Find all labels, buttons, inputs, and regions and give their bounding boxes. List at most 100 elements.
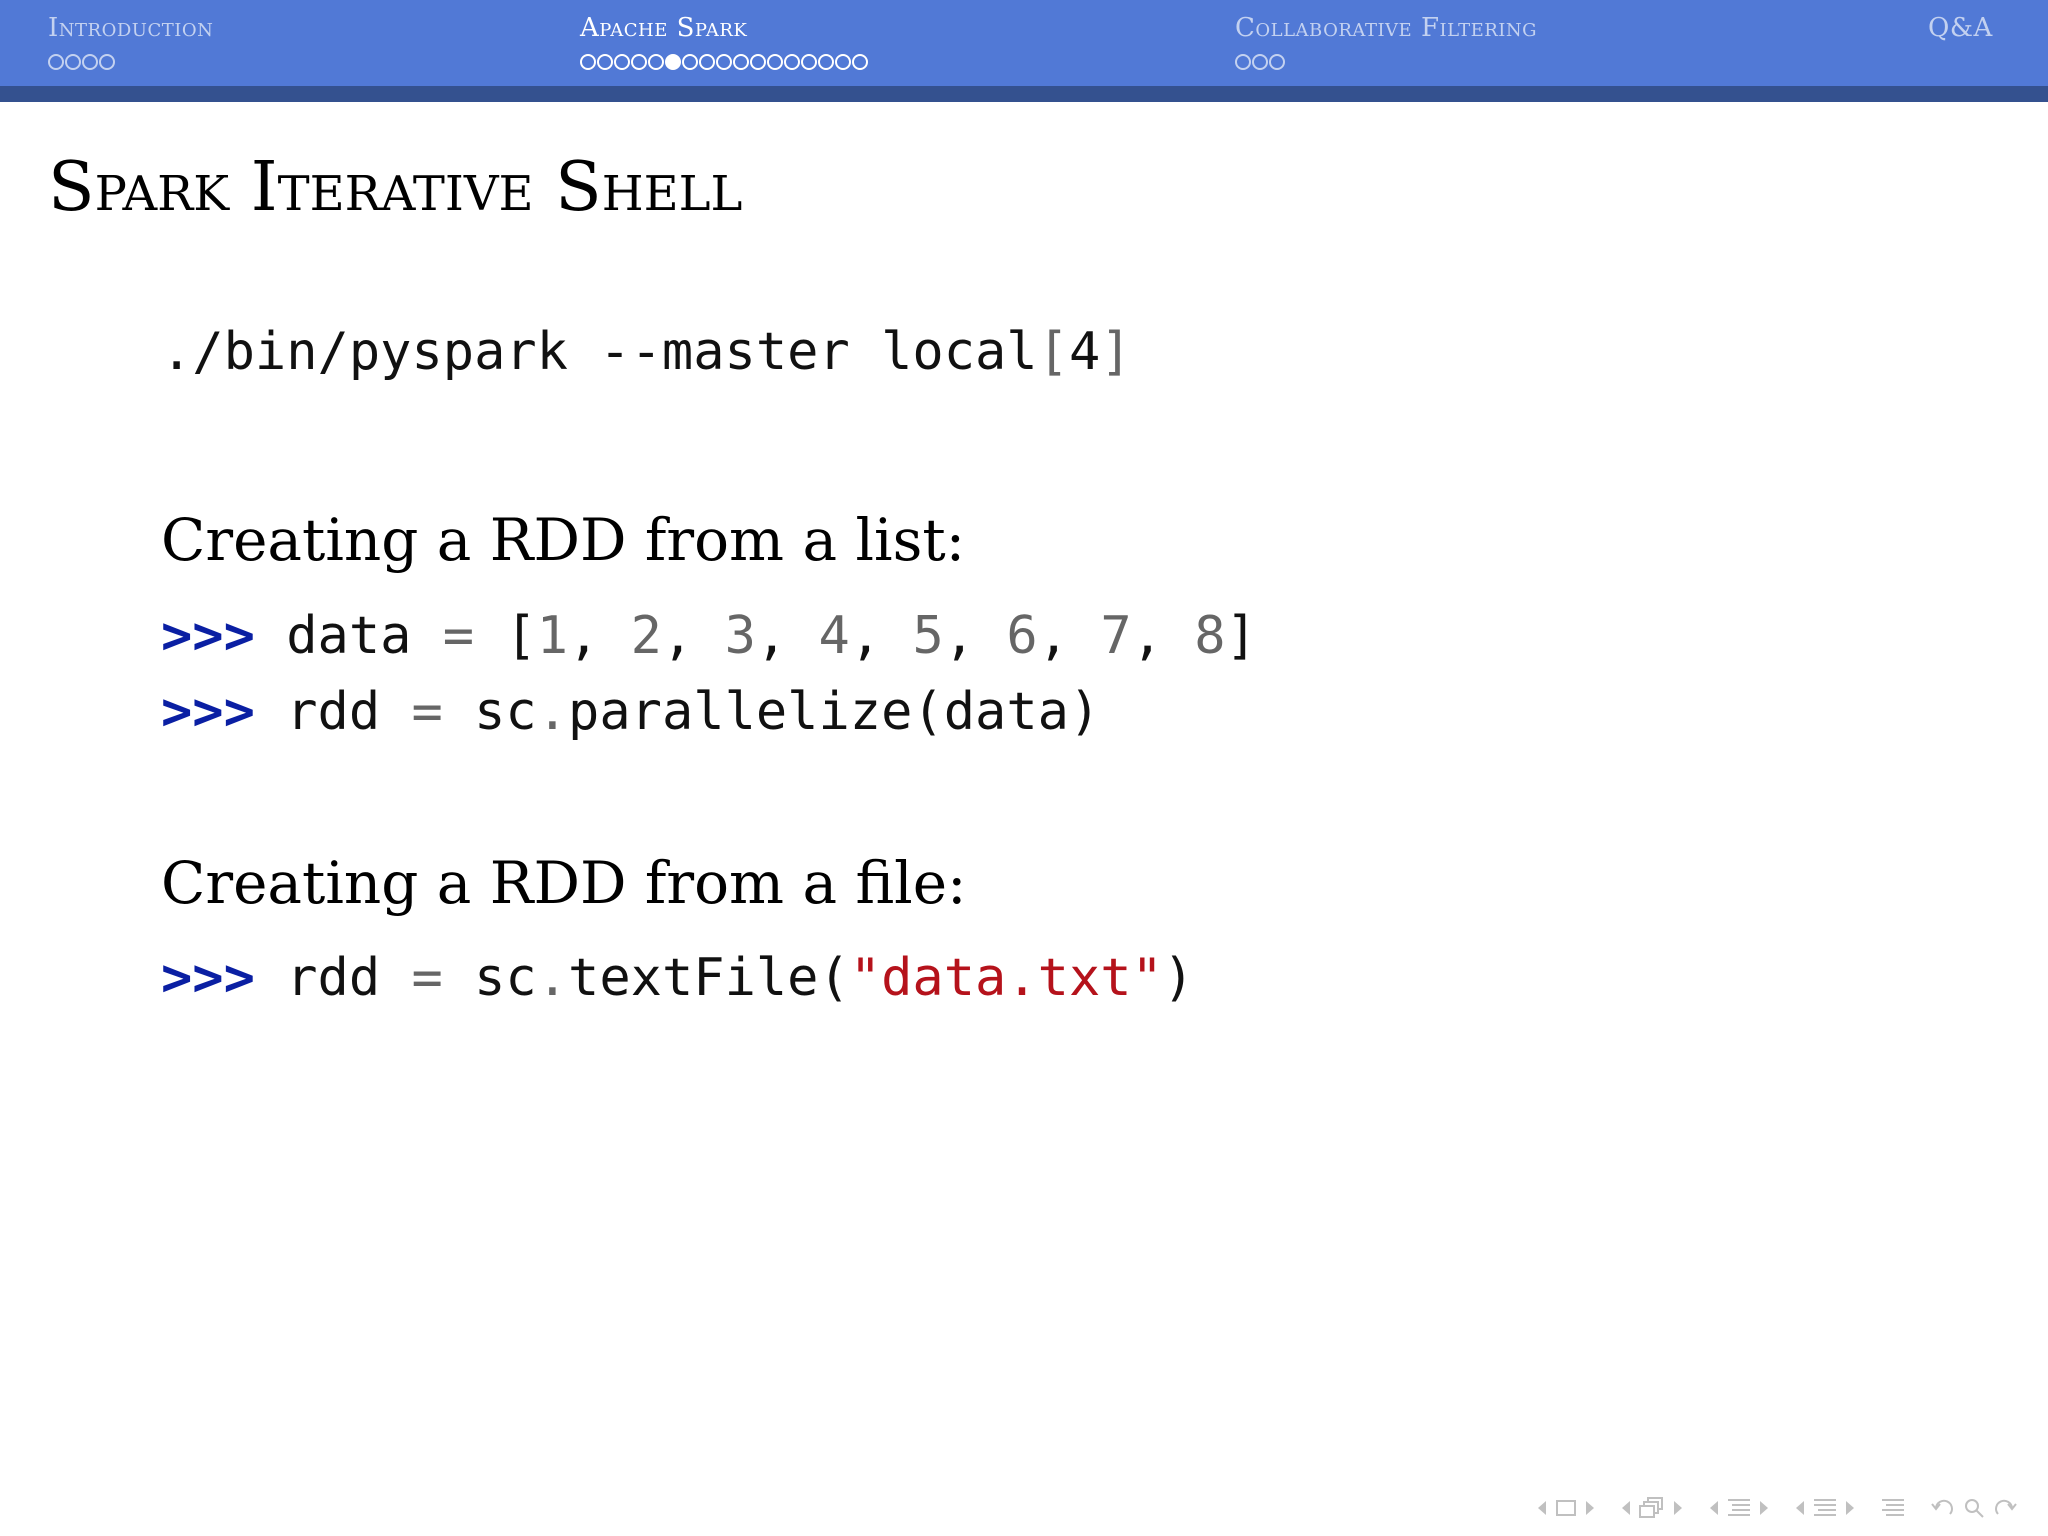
command-path: ./bin/pyspark — [161, 322, 568, 382]
slide-dots — [580, 54, 868, 70]
code-list-items: 1, 2, 3, 4, 5, 6, 7, 8 — [537, 606, 1226, 666]
slide-title: Spark Iterative Shell — [48, 148, 743, 227]
section-navigation[interactable] — [1794, 1496, 1856, 1520]
nav-section-apache-spark[interactable]: Apache Spark — [580, 8, 868, 70]
slide-dot[interactable] — [733, 54, 749, 70]
document-icon[interactable] — [1880, 1496, 1906, 1520]
triangle-right-icon[interactable] — [1844, 1499, 1856, 1517]
triangle-right-icon[interactable] — [1584, 1499, 1596, 1517]
slide-dot[interactable] — [716, 54, 732, 70]
python-prompt: >>> — [161, 948, 255, 1008]
slide-dot[interactable] — [835, 54, 851, 70]
slide-dot[interactable] — [1252, 54, 1268, 70]
pyspark-command: ./bin/pyspark --master local[4] — [161, 320, 1132, 384]
slide-dot[interactable] — [580, 54, 596, 70]
triangle-right-icon[interactable] — [1758, 1499, 1770, 1517]
slide-dot[interactable] — [767, 54, 783, 70]
code-line-textfile: >>> rdd = sc.textFile("data.txt") — [161, 946, 1194, 1010]
slide-dot[interactable] — [648, 54, 664, 70]
command-open-bracket: [ — [1037, 322, 1069, 382]
slide-dot[interactable] — [82, 54, 98, 70]
command-close-bracket: ] — [1100, 322, 1132, 382]
command-arg-number: 4 — [1068, 322, 1101, 382]
code-assign: = — [411, 682, 443, 742]
list-number: 3 — [724, 606, 756, 666]
nav-section-collaborative-filtering[interactable]: Collaborative Filtering — [1235, 8, 1537, 70]
forward-icon[interactable] — [1992, 1496, 2018, 1520]
code-variable: rdd — [286, 948, 381, 1008]
list-separator: , — [1131, 606, 1195, 666]
code-close-bracket: ] — [1225, 606, 1257, 666]
section-navigation-bar — [0, 0, 2048, 86]
code-variable: rdd — [286, 682, 381, 742]
list-separator: , — [849, 606, 913, 666]
list-number: 2 — [630, 606, 662, 666]
triangle-left-icon[interactable] — [1708, 1499, 1720, 1517]
file-heading: Creating a RDD from a file: — [161, 849, 967, 917]
slide-dot[interactable] — [65, 54, 81, 70]
list-separator: , — [943, 606, 1007, 666]
list-number: 8 — [1194, 606, 1226, 666]
list-number: 6 — [1006, 606, 1038, 666]
slide-dot[interactable] — [818, 54, 834, 70]
list-separator: , — [755, 606, 819, 666]
code-string: "data.txt" — [849, 948, 1163, 1008]
slide-dot[interactable] — [699, 54, 715, 70]
code-open-bracket: [ — [505, 606, 537, 666]
nav-section-introduction[interactable]: Introduction — [48, 8, 213, 70]
nav-section-qa[interactable]: Q&A — [1928, 8, 1993, 48]
slide-dot[interactable] — [48, 54, 64, 70]
nav-section-title[interactable]: Apache Spark — [580, 8, 868, 48]
slide-dot[interactable] — [99, 54, 115, 70]
slide-navigation[interactable] — [1620, 1496, 1684, 1520]
search-navigation[interactable] — [1930, 1496, 2018, 1520]
frame-icon — [1556, 1500, 1576, 1516]
back-icon[interactable] — [1930, 1496, 1956, 1520]
list-number: 5 — [912, 606, 944, 666]
slide-dot[interactable] — [852, 54, 868, 70]
nav-section-title[interactable]: Q&A — [1928, 8, 1993, 48]
frame-navigation[interactable] — [1536, 1499, 1596, 1517]
list-number: 1 — [536, 606, 569, 666]
nav-section-title[interactable]: Introduction — [48, 8, 213, 48]
code-dot: . — [536, 948, 569, 1008]
slide-dots — [48, 54, 213, 70]
triangle-left-icon[interactable] — [1794, 1499, 1806, 1517]
section-icon — [1814, 1499, 1836, 1516]
slide-dot[interactable] — [614, 54, 630, 70]
slide-dot[interactable] — [682, 54, 698, 70]
code-call: parallelize(data) — [568, 682, 1101, 742]
slides-icon — [1639, 1497, 1663, 1518]
slide-dot[interactable] — [1269, 54, 1285, 70]
python-prompt: >>> — [161, 606, 255, 666]
slide-dot[interactable] — [597, 54, 613, 70]
list-separator: , — [661, 606, 725, 666]
slide-dot[interactable] — [750, 54, 766, 70]
list-separator: , — [568, 606, 631, 666]
slide-dot[interactable] — [801, 54, 817, 70]
beamer-navigation-symbols — [1536, 1496, 2032, 1520]
command-flag: --master — [599, 322, 850, 382]
triangle-left-icon[interactable] — [1536, 1499, 1548, 1517]
code-close-paren: ) — [1162, 948, 1195, 1008]
triangle-left-icon[interactable] — [1620, 1499, 1632, 1517]
slide-dot[interactable] — [631, 54, 647, 70]
list-number: 4 — [818, 606, 850, 666]
subsection-navigation[interactable] — [1708, 1496, 1770, 1520]
command-arg: local — [881, 322, 1038, 382]
triangle-right-icon[interactable] — [1672, 1499, 1684, 1517]
code-line-data: >>> data = [1, 2, 3, 4, 5, 6, 7, 8] — [161, 604, 1257, 668]
slide-dot[interactable] — [1235, 54, 1251, 70]
current-slide-dot[interactable] — [665, 54, 681, 70]
code-function: textFile( — [568, 948, 850, 1008]
search-icon[interactable] — [1962, 1496, 1986, 1520]
slide-dot[interactable] — [784, 54, 800, 70]
code-variable: data — [286, 606, 412, 666]
code-object: sc — [474, 682, 537, 742]
list-separator: , — [1037, 606, 1101, 666]
code-assign: = — [411, 948, 443, 1008]
code-object: sc — [474, 948, 537, 1008]
nav-section-title[interactable]: Collaborative Filtering — [1235, 8, 1537, 48]
code-assign: = — [442, 606, 475, 666]
document-navigation[interactable] — [1880, 1496, 1906, 1520]
